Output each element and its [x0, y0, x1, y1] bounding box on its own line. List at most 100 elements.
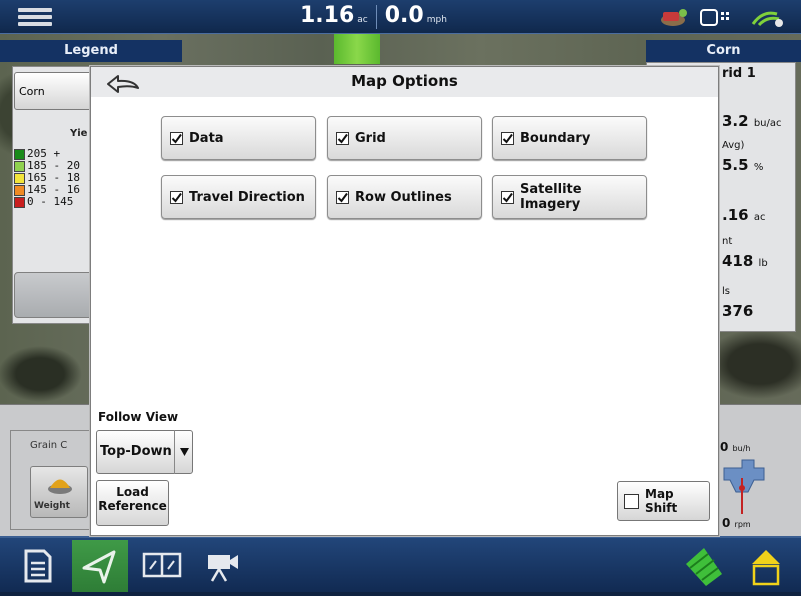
home-glyph	[752, 550, 780, 586]
check-icon	[502, 133, 513, 144]
crop-select[interactable]: Corn	[14, 72, 94, 110]
menu-icon[interactable]	[10, 5, 60, 29]
legend-heading: Yie	[70, 128, 88, 139]
legend-swatch	[14, 196, 25, 208]
legend-tab[interactable]: Legend	[0, 40, 182, 62]
camera-icon[interactable]	[200, 545, 248, 585]
travel-direction-option-button[interactable]: Travel Direction	[161, 175, 316, 219]
speed-value: 0.0	[384, 3, 424, 28]
grid-option-label: Grid	[355, 130, 386, 146]
rpm-value: 0	[722, 516, 731, 530]
legend-row: 145 - 16	[14, 184, 80, 196]
area-value: 1.16	[300, 3, 355, 28]
gps-icon[interactable]	[661, 9, 687, 26]
readout-divider	[375, 5, 377, 29]
signal-icon[interactable]	[751, 11, 783, 27]
area-readout: .16 ac	[722, 206, 765, 224]
home-icon[interactable]	[742, 544, 790, 586]
boundary-option-button[interactable]: Boundary	[492, 116, 647, 160]
weight-label: nt	[722, 236, 733, 247]
weight-unit: lb	[758, 258, 768, 269]
status-icons	[655, 4, 795, 30]
follow-view-label: Follow View	[98, 410, 179, 424]
rpm-unit: rpm	[734, 520, 751, 529]
speed-area-readout: 1.16 ac 0.0 mph	[300, 3, 447, 31]
split-view-icon[interactable]	[138, 545, 186, 585]
data-checkbox[interactable]	[170, 131, 183, 145]
check-icon	[337, 133, 348, 144]
check-icon	[171, 133, 182, 144]
legend-row: 185 - 20	[14, 160, 80, 172]
boundary-option-label: Boundary	[520, 130, 591, 146]
guidance-glyph	[82, 550, 116, 584]
legend-label: 0 - 145	[27, 195, 74, 208]
weight-value: 418	[722, 252, 754, 270]
grid-checkbox[interactable]	[336, 131, 349, 145]
field-glyph	[686, 548, 722, 586]
moisture-value: 5.5	[722, 156, 749, 174]
flow-readout: 0 bu/h	[720, 440, 750, 454]
row-outlines-option-label: Row Outlines	[355, 189, 452, 205]
travel-direction-option-label: Travel Direction	[189, 189, 305, 205]
scale-icon	[48, 479, 72, 494]
load-reference-button[interactable]: Load Reference	[96, 480, 169, 526]
row-outlines-option-button[interactable]: Row Outlines	[327, 175, 482, 219]
legend-row: 205 +	[14, 148, 60, 160]
boundary-checkbox[interactable]	[501, 131, 514, 145]
triangle-down-icon	[180, 448, 189, 456]
split-view-glyph	[142, 552, 182, 578]
display-status-icon[interactable]	[700, 9, 729, 26]
load-reference-line1: Load	[116, 485, 149, 499]
rpm-readout: 0 rpm	[722, 516, 751, 530]
area-unit: ac	[753, 212, 766, 223]
map-shift-button[interactable]: Map Shift	[617, 481, 710, 521]
yield-unit: bu/ac	[753, 118, 782, 129]
legend-swatch	[14, 172, 25, 184]
satellite-imagery-option-label: Satellite Imagery	[520, 182, 582, 212]
back-button[interactable]	[100, 72, 146, 98]
yield-readout: 3.2 bu/ac	[722, 112, 782, 130]
dropdown-arrow-icon[interactable]	[174, 430, 193, 474]
check-icon	[502, 192, 513, 203]
check-icon	[337, 192, 348, 203]
document-glyph	[24, 549, 52, 583]
camera-glyph	[208, 555, 238, 582]
map-shift-checkbox[interactable]	[624, 493, 639, 509]
satellite-imagery-option-button[interactable]: Satellite Imagery	[492, 175, 647, 219]
status-icon-group	[661, 9, 783, 27]
coverage-strip	[334, 34, 380, 64]
count-label: ls	[722, 286, 730, 297]
legend-swatch	[14, 160, 25, 172]
speed-unit: mph	[426, 15, 447, 25]
crop-tab[interactable]: Corn	[646, 40, 801, 62]
travel-direction-checkbox[interactable]	[170, 190, 183, 204]
area-value: .16	[722, 206, 749, 224]
legend-swatch	[14, 148, 25, 160]
follow-view-value: Top-Down	[100, 444, 172, 459]
data-option-button[interactable]: Data	[161, 116, 316, 160]
load-reference-line2: Reference	[98, 499, 167, 513]
weight-button-label: Weight	[34, 501, 70, 511]
combine-gauge-icon	[723, 459, 765, 514]
legend-row: 165 - 18	[14, 172, 80, 184]
moisture-unit: %	[753, 162, 764, 173]
grain-label: Grain C	[30, 440, 68, 451]
flow-unit: bu/h	[732, 444, 751, 453]
document-icon[interactable]	[14, 545, 62, 585]
area-unit: ac	[357, 15, 368, 25]
row-outlines-checkbox[interactable]	[336, 190, 349, 204]
data-option-label: Data	[189, 130, 224, 146]
field-icon[interactable]	[682, 544, 730, 586]
yield-value: 3.2	[722, 112, 749, 130]
grid-option-button[interactable]: Grid	[327, 116, 482, 160]
map-shift-label: Map Shift	[645, 487, 678, 515]
legend-swatch	[14, 184, 25, 196]
satellite-imagery-checkbox[interactable]	[501, 190, 514, 204]
check-icon	[171, 192, 182, 203]
grid-label: rid 1	[722, 66, 756, 81]
flow-value: 0	[720, 440, 729, 454]
count-value: 376	[722, 302, 754, 320]
guidance-icon[interactable]	[72, 540, 128, 592]
dialog-title: Map Options	[351, 72, 458, 90]
moisture-readout: 5.5 %	[722, 156, 763, 174]
